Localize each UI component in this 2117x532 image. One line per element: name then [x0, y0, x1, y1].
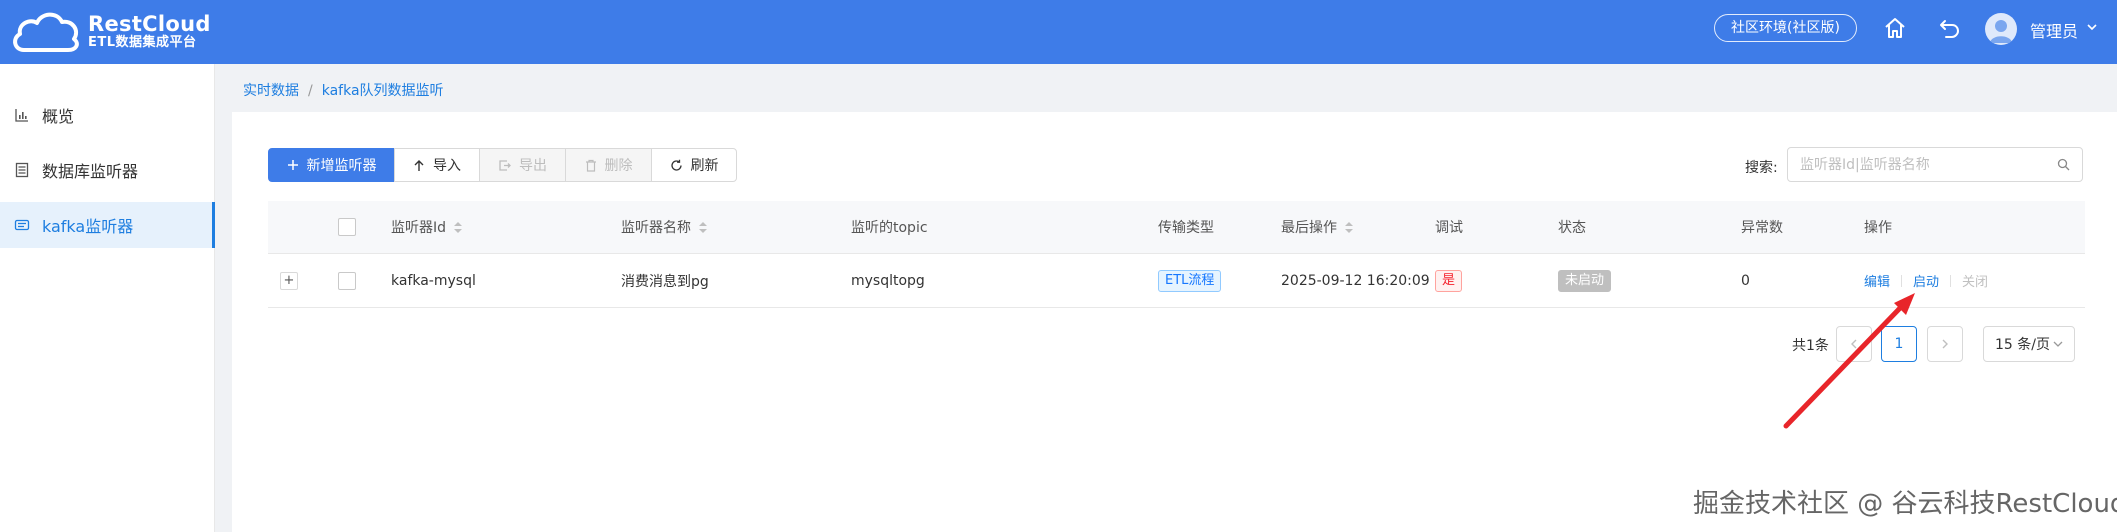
search-label: 搜索:: [1745, 160, 1778, 176]
page-size-select[interactable]: 15 条/页: [1983, 326, 2075, 362]
error-count-cell: 0: [1741, 272, 1750, 289]
toolbar: 新增监听器 导入 导出 删除 刷新: [268, 148, 737, 182]
column-last-operation[interactable]: 最后操作: [1281, 201, 1354, 253]
column-error-count: 异常数: [1741, 201, 1783, 253]
refresh-label: 刷新: [690, 158, 719, 174]
export-label: 导出: [519, 158, 547, 174]
breadcrumb-item-current[interactable]: kafka队列数据监听: [322, 83, 444, 99]
plus-icon: [287, 159, 299, 171]
user-name[interactable]: 管理员: [2030, 18, 2078, 42]
export-button[interactable]: 导出: [479, 148, 566, 182]
column-actions: 操作: [1864, 201, 1892, 253]
column-topic: 监听的topic: [851, 201, 928, 253]
close-link[interactable]: 关闭: [1962, 271, 1988, 290]
status-badge: 未启动: [1558, 269, 1612, 292]
row-checkbox[interactable]: [338, 254, 356, 307]
debug-tag: 是: [1435, 269, 1463, 292]
expand-row-button[interactable]: +: [280, 254, 298, 307]
logo-title: RestCloud: [88, 12, 211, 37]
refresh-button[interactable]: 刷新: [651, 148, 737, 182]
sidebar-item-label: 数据库监听器: [42, 162, 139, 181]
delete-button[interactable]: 删除: [565, 148, 652, 182]
column-label: 监听器Id: [391, 220, 447, 236]
listener-id-cell: kafka-mysql: [391, 272, 476, 289]
watermark-text: 掘金技术社区 @ 谷云科技RestCloud: [1693, 489, 2117, 519]
layers-icon: [14, 217, 30, 233]
top-header: RestCloud ETL数据集成平台 社区环境(社区版) 管理员: [0, 0, 2117, 64]
breadcrumb-item-realtime[interactable]: 实时数据: [243, 83, 299, 99]
import-label: 导入: [433, 158, 461, 174]
add-listener-label: 新增监听器: [306, 158, 377, 174]
column-label: 操作: [1864, 220, 1892, 236]
last-operation-cell: 2025-09-12 16:20:09: [1281, 272, 1430, 289]
topic-cell: mysqltopg: [851, 272, 925, 289]
column-listener-id[interactable]: 监听器Id: [391, 201, 463, 253]
export-icon: [498, 159, 511, 172]
delete-label: 删除: [604, 158, 633, 174]
prev-page-button[interactable]: [1836, 326, 1872, 362]
logo[interactable]: RestCloud ETL数据集成平台: [10, 6, 211, 58]
start-link[interactable]: 启动: [1913, 271, 1939, 290]
pagination-total: 共1条: [1792, 338, 1829, 354]
page-button-1[interactable]: 1: [1881, 326, 1917, 362]
sidebar-item-kafka-listener[interactable]: kafka监听器: [0, 202, 215, 248]
listener-name-cell: 消费消息到pg: [621, 273, 709, 290]
logo-subtitle: ETL数据集成平台: [88, 35, 197, 51]
column-label: 调试: [1435, 220, 1463, 236]
environment-badge[interactable]: 社区环境(社区版): [1714, 14, 1857, 42]
actions-cell: 编辑 启动 关闭: [1864, 254, 1988, 307]
chevron-down-icon[interactable]: [2086, 21, 2098, 37]
column-label: 异常数: [1741, 220, 1783, 236]
sidebar: 概览 数据库监听器 kafka监听器: [0, 64, 215, 532]
column-label: 传输类型: [1158, 220, 1214, 236]
column-status: 状态: [1558, 201, 1586, 253]
chevron-down-icon: [2053, 341, 2063, 347]
cloud-logo-icon: [13, 12, 79, 52]
column-label: 状态: [1558, 220, 1586, 236]
transfer-type-cell: ETL流程: [1158, 254, 1222, 307]
table-header: 监听器Id 监听器名称 监听的topic 传输类型 最后操作 调试 状态 异常数…: [268, 201, 2085, 254]
action-divider: [1901, 274, 1903, 287]
action-divider: [1950, 274, 1952, 287]
sort-icon[interactable]: [698, 221, 708, 234]
import-button[interactable]: 导入: [394, 148, 480, 182]
undo-icon[interactable]: [1935, 14, 1963, 42]
breadcrumb: 实时数据 / kafka队列数据监听: [243, 80, 444, 100]
sort-icon[interactable]: [1344, 221, 1354, 234]
column-label: 监听的topic: [851, 220, 928, 236]
next-page-button[interactable]: [1927, 326, 1963, 362]
debug-cell: 是: [1435, 254, 1463, 307]
arrow-up-icon: [413, 159, 425, 172]
sidebar-item-overview[interactable]: 概览: [0, 92, 215, 138]
sidebar-item-label: 概览: [42, 107, 75, 126]
status-cell: 未启动: [1558, 254, 1612, 307]
add-listener-button[interactable]: 新增监听器: [268, 148, 395, 182]
breadcrumb-separator: /: [308, 83, 313, 99]
column-label: 监听器名称: [621, 220, 691, 236]
column-debug: 调试: [1435, 201, 1463, 253]
avatar[interactable]: [1985, 13, 2017, 45]
table-row: + kafka-mysql 消费消息到pg mysqltopg ETL流程 20…: [268, 254, 2085, 308]
column-label: 最后操作: [1281, 220, 1337, 236]
search-box: [1787, 147, 2083, 182]
sort-icon[interactable]: [453, 221, 463, 234]
search-icon[interactable]: [2057, 158, 2070, 175]
search-input[interactable]: [1788, 148, 2038, 181]
column-transfer-type: 传输类型: [1158, 201, 1214, 253]
home-icon[interactable]: [1881, 14, 1909, 42]
chevron-left-icon: [1851, 339, 1857, 349]
etl-type-tag: ETL流程: [1158, 269, 1222, 292]
column-listener-name[interactable]: 监听器名称: [621, 201, 708, 253]
page-size-label: 15 条/页: [1995, 337, 2050, 353]
sidebar-item-label: kafka监听器: [42, 217, 134, 236]
trash-icon: [585, 159, 597, 172]
chevron-right-icon: [1942, 339, 1948, 349]
edit-link[interactable]: 编辑: [1864, 271, 1890, 290]
select-all-checkbox[interactable]: [338, 201, 356, 253]
sidebar-item-db-listener[interactable]: 数据库监听器: [0, 147, 215, 193]
refresh-icon: [670, 159, 683, 172]
bar-chart-icon: [14, 107, 30, 123]
list-icon: [14, 162, 30, 178]
